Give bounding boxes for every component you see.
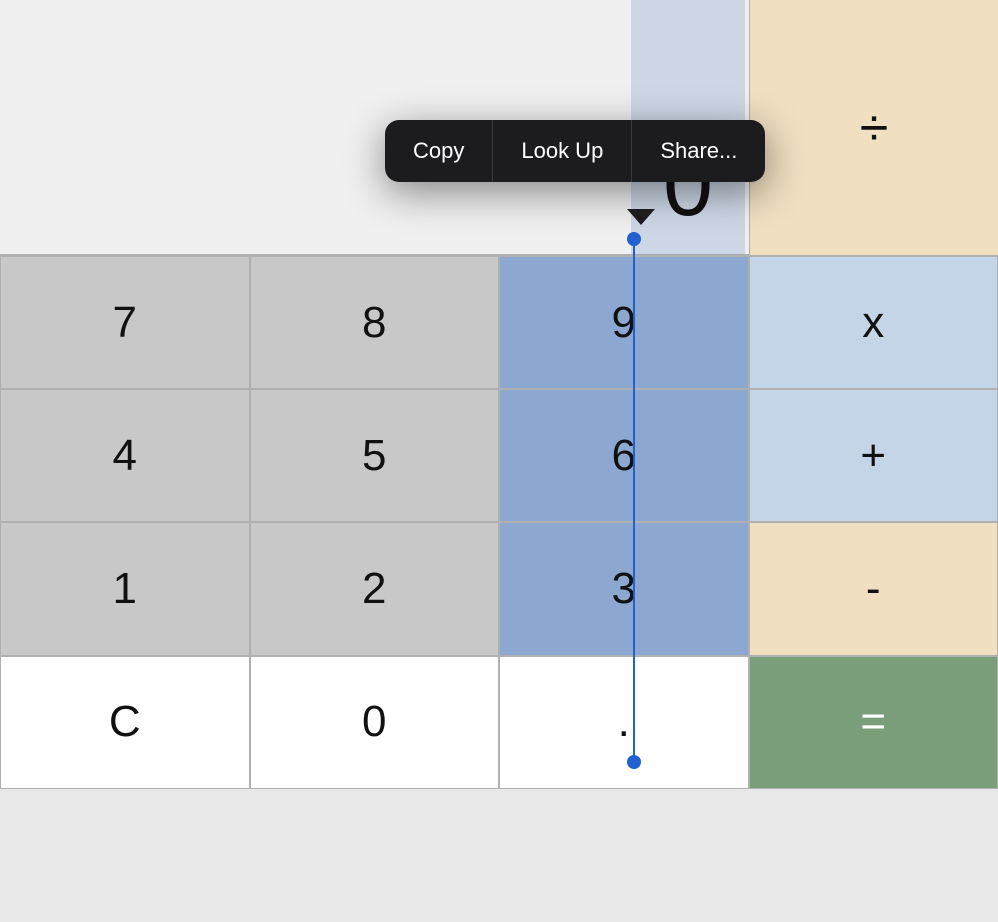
key-3[interactable]: 3: [499, 522, 749, 655]
key-9[interactable]: 9: [499, 256, 749, 389]
key-8[interactable]: 8: [250, 256, 500, 389]
calculator: 0 ÷ 7 8 9 x 4 5 6 +: [0, 0, 998, 922]
key-4[interactable]: 4: [0, 389, 250, 522]
selection-line: [633, 232, 635, 762]
context-menu-arrow: [627, 209, 655, 225]
key-5[interactable]: 5: [250, 389, 500, 522]
key-0[interactable]: 0: [250, 656, 500, 789]
context-menu-copy[interactable]: Copy: [385, 120, 493, 182]
display-operator: ÷: [860, 98, 889, 158]
selection-handle-bottom: [627, 755, 641, 769]
keypad: 7 8 9 x 4 5 6 + 1 2 3: [0, 255, 998, 922]
key-decimal[interactable]: .: [499, 656, 749, 789]
key-clear[interactable]: C: [0, 656, 250, 789]
key-equals[interactable]: =: [749, 656, 998, 789]
key-6[interactable]: 6: [499, 389, 749, 522]
key-subtract[interactable]: -: [749, 522, 998, 655]
key-1[interactable]: 1: [0, 522, 250, 655]
context-menu-share[interactable]: Share...: [632, 120, 765, 182]
key-7[interactable]: 7: [0, 256, 250, 389]
context-menu-look-up[interactable]: Look Up: [493, 120, 632, 182]
key-add[interactable]: +: [749, 389, 998, 522]
display-operator-area: ÷: [749, 0, 998, 255]
key-2[interactable]: 2: [250, 522, 500, 655]
context-menu: Copy Look Up Share...: [385, 120, 765, 182]
key-multiply[interactable]: x: [749, 256, 998, 389]
